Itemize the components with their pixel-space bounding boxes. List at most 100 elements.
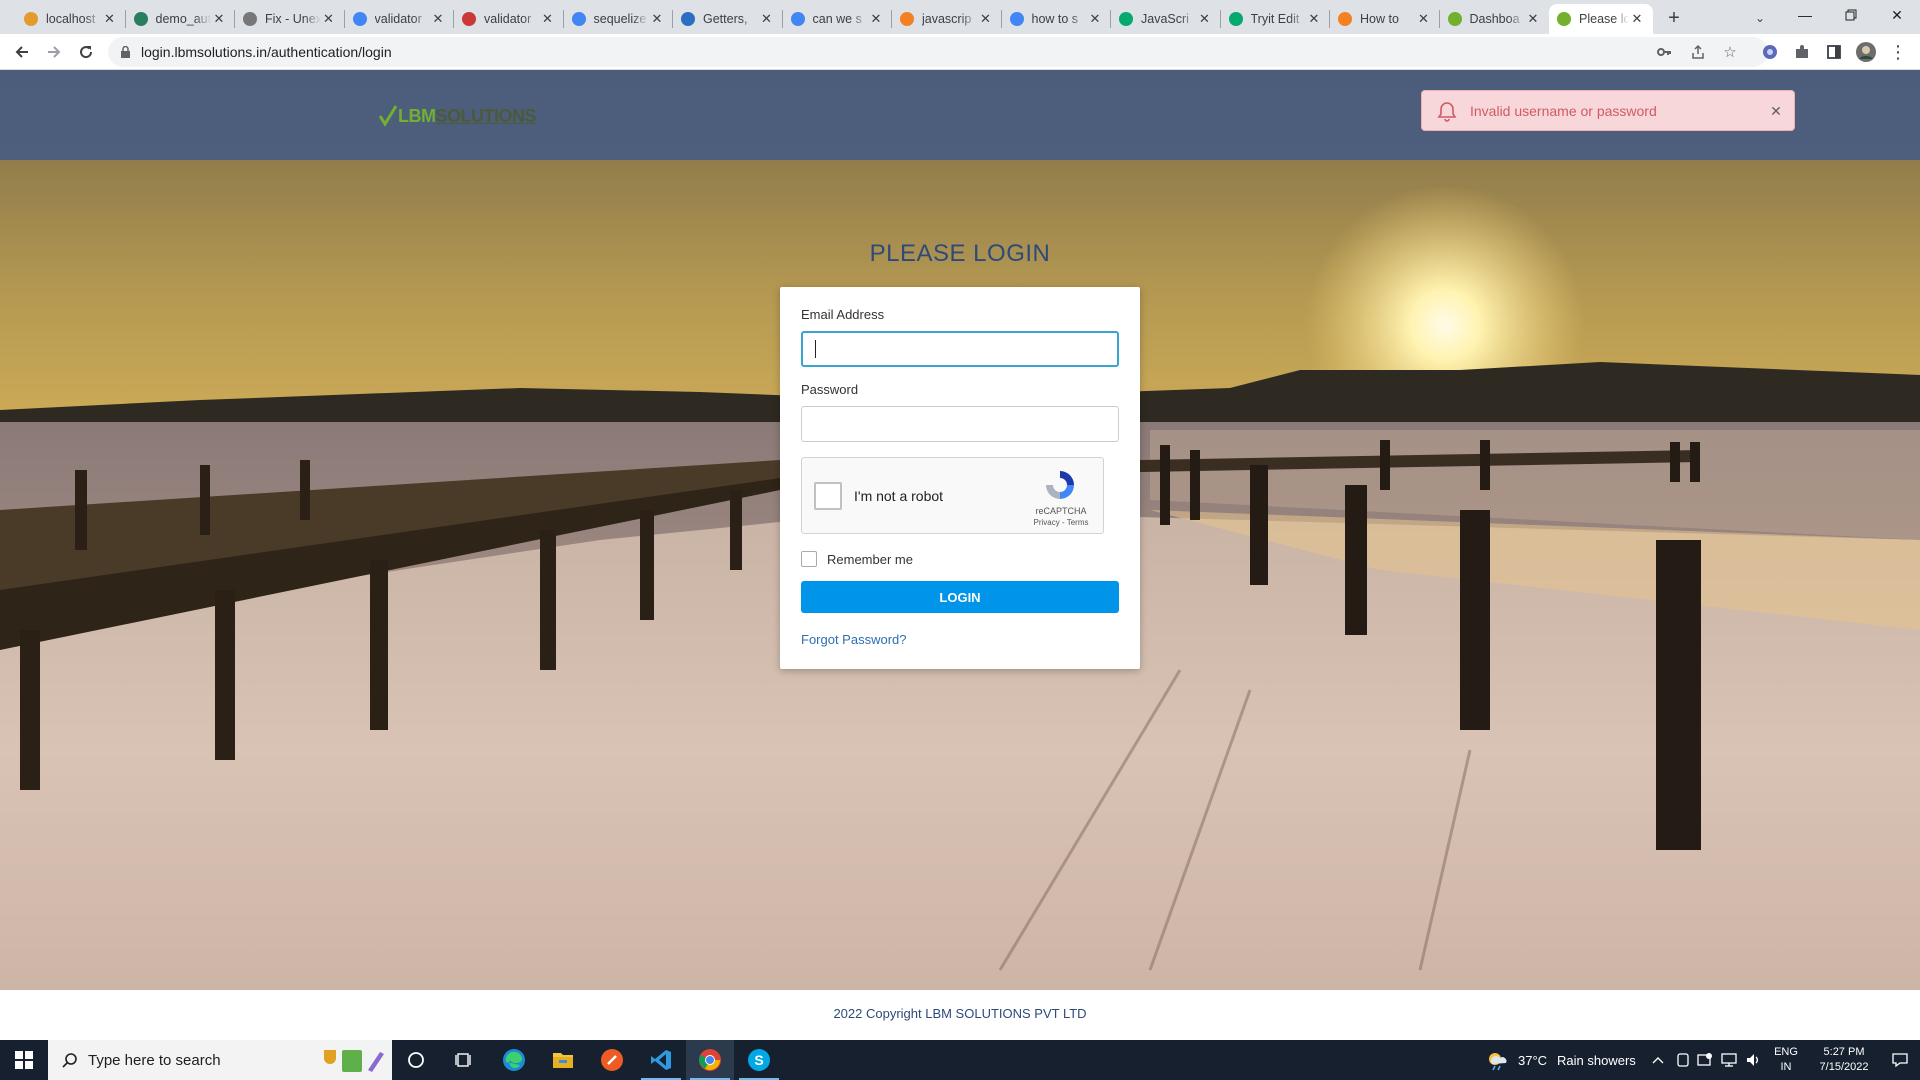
profile-avatar[interactable] xyxy=(1854,40,1878,64)
task-view-icon xyxy=(455,1053,471,1067)
vue-favicon-icon xyxy=(133,12,148,26)
language-indicator[interactable]: ENG IN xyxy=(1770,1040,1802,1080)
clock[interactable]: 5:27 PM 7/15/2022 xyxy=(1808,1040,1880,1080)
weather-widget[interactable]: 37°C Rain showers xyxy=(1486,1040,1636,1080)
reload-icon xyxy=(80,46,93,59)
tab-title: localhost xyxy=(46,12,96,26)
recaptcha-checkbox[interactable] xyxy=(814,482,842,510)
address-bar[interactable]: login.lbmsolutions.in/authentication/log… xyxy=(108,37,1768,67)
taskbar-chrome[interactable] xyxy=(686,1040,734,1080)
tab-close-icon[interactable]: ✕ xyxy=(211,11,227,27)
toast-close-button[interactable]: ✕ xyxy=(1766,101,1786,121)
tab-close-icon[interactable]: ✕ xyxy=(1416,11,1432,27)
browser-tab[interactable]: how to s ✕ xyxy=(1002,4,1112,34)
fix-favicon-icon xyxy=(243,12,257,26)
forward-button[interactable] xyxy=(40,38,68,66)
minimize-button[interactable]: — xyxy=(1782,0,1828,30)
browser-tab-strip: localhost✕demo_auth✕Fix - Unex✕validator… xyxy=(0,0,1920,34)
browser-tab[interactable]: localhost ✕ xyxy=(16,4,126,34)
browser-tab[interactable]: validator ✕ xyxy=(454,4,564,34)
tab-close-icon[interactable]: ✕ xyxy=(102,11,118,27)
browser-tab[interactable]: validator ✕ xyxy=(345,4,455,34)
tab-close-icon[interactable]: ✕ xyxy=(430,11,446,27)
taskbar-file-explorer[interactable] xyxy=(539,1040,587,1080)
browser-tab[interactable]: Fix - Unex ✕ xyxy=(235,4,345,34)
back-button[interactable] xyxy=(8,38,36,66)
browser-tab[interactable]: Tryit Edit ✕ xyxy=(1221,4,1331,34)
browser-tab[interactable]: JavaScri ✕ xyxy=(1111,4,1221,34)
page-title: PLEASE LOGIN xyxy=(869,240,1051,267)
key-icon[interactable] xyxy=(1652,40,1676,64)
share-icon[interactable] xyxy=(1686,40,1710,64)
taskbar-postman[interactable] xyxy=(588,1040,636,1080)
volume-icon[interactable] xyxy=(1744,1040,1762,1080)
tab-close-icon[interactable]: ✕ xyxy=(1087,11,1103,27)
start-button[interactable] xyxy=(0,1040,48,1080)
remember-me-checkbox[interactable] xyxy=(801,551,817,567)
google-favicon-icon xyxy=(1009,12,1024,26)
tab-close-icon[interactable]: ✕ xyxy=(759,11,775,27)
notification-icon xyxy=(1892,1053,1908,1068)
search-placeholder: Type here to search xyxy=(88,1051,221,1069)
taskbar-skype[interactable]: S xyxy=(735,1040,783,1080)
tab-close-icon[interactable]: ✕ xyxy=(649,11,665,27)
taskbar-edge[interactable] xyxy=(490,1040,538,1080)
tab-title: Tryit Edit xyxy=(1250,12,1300,26)
close-window-button[interactable]: ✕ xyxy=(1874,0,1920,30)
mdn-favicon-icon xyxy=(681,12,695,26)
task-view-button[interactable] xyxy=(440,1040,488,1080)
tab-close-icon[interactable]: ✕ xyxy=(978,11,994,27)
notification-badge-icon[interactable] xyxy=(1696,1040,1714,1080)
restore-button[interactable] xyxy=(1828,0,1874,30)
cortana-button[interactable] xyxy=(392,1040,440,1080)
tab-close-icon[interactable]: ✕ xyxy=(1525,11,1541,27)
windows-taskbar: Type here to search S 37°C Rain showers xyxy=(0,1040,1920,1080)
site-logo[interactable]: LBM SOLUTIONS xyxy=(378,104,537,128)
extensions-puzzle-icon[interactable] xyxy=(1790,40,1814,64)
tab-close-icon[interactable]: ✕ xyxy=(1629,11,1645,27)
w3schools-favicon-icon xyxy=(1119,12,1133,26)
bookmark-star-icon[interactable]: ☆ xyxy=(1718,40,1742,64)
chevron-up-icon xyxy=(1652,1057,1664,1064)
browser-tab[interactable]: sequelize ✕ xyxy=(564,4,674,34)
tab-title: validator xyxy=(374,12,422,26)
logo-primary-text: LBM xyxy=(398,105,436,126)
meet-now-icon[interactable] xyxy=(1674,1040,1692,1080)
login-button[interactable]: LOGIN xyxy=(801,581,1119,613)
tab-close-icon[interactable]: ✕ xyxy=(540,11,556,27)
taskbar-search-box[interactable]: Type here to search xyxy=(48,1040,392,1080)
tab-close-icon[interactable]: ✕ xyxy=(868,11,884,27)
svg-text:S: S xyxy=(754,1052,763,1068)
tab-close-icon[interactable]: ✕ xyxy=(1306,11,1322,27)
error-toast: Invalid username or password ✕ xyxy=(1421,90,1795,131)
recaptcha-terms-link[interactable]: Privacy - Terms xyxy=(1031,518,1091,527)
browser-tab[interactable]: can we s ✕ xyxy=(783,4,893,34)
reload-button[interactable] xyxy=(72,38,100,66)
show-hidden-icons-button[interactable] xyxy=(1650,1040,1666,1080)
action-center-button[interactable] xyxy=(1880,1040,1920,1080)
browser-tab[interactable]: Getters, ✕ xyxy=(673,4,783,34)
side-panel-icon[interactable] xyxy=(1822,40,1846,64)
password-field[interactable] xyxy=(801,406,1119,442)
forward-arrow-icon xyxy=(48,46,61,58)
network-icon[interactable] xyxy=(1720,1040,1738,1080)
remember-me-option[interactable]: Remember me xyxy=(801,551,913,567)
tab-search-chevron-icon[interactable]: ⌄ xyxy=(1748,6,1772,30)
email-label: Email Address xyxy=(801,307,885,322)
extension-globe-icon[interactable] xyxy=(1758,40,1782,64)
browser-menu-icon[interactable]: ⋮ xyxy=(1886,40,1910,64)
email-field[interactable] xyxy=(801,331,1119,367)
new-tab-button[interactable]: + xyxy=(1662,6,1686,30)
tab-title: How to xyxy=(1360,12,1399,26)
forgot-password-link[interactable]: Forgot Password? xyxy=(801,632,907,647)
leaf-checkmark-icon xyxy=(378,105,398,127)
browser-tab[interactable]: Dashboa ✕ xyxy=(1440,4,1550,34)
windows-logo-icon xyxy=(15,1051,33,1069)
browser-tab[interactable]: How to ✕ xyxy=(1330,4,1440,34)
browser-tab[interactable]: demo_auth✕ xyxy=(126,4,236,34)
tab-close-icon[interactable]: ✕ xyxy=(1197,11,1213,27)
browser-tab[interactable]: Please lo ✕ xyxy=(1549,4,1653,34)
browser-tab[interactable]: javascrip ✕ xyxy=(892,4,1002,34)
tab-close-icon[interactable]: ✕ xyxy=(321,11,337,27)
taskbar-vscode[interactable] xyxy=(637,1040,685,1080)
